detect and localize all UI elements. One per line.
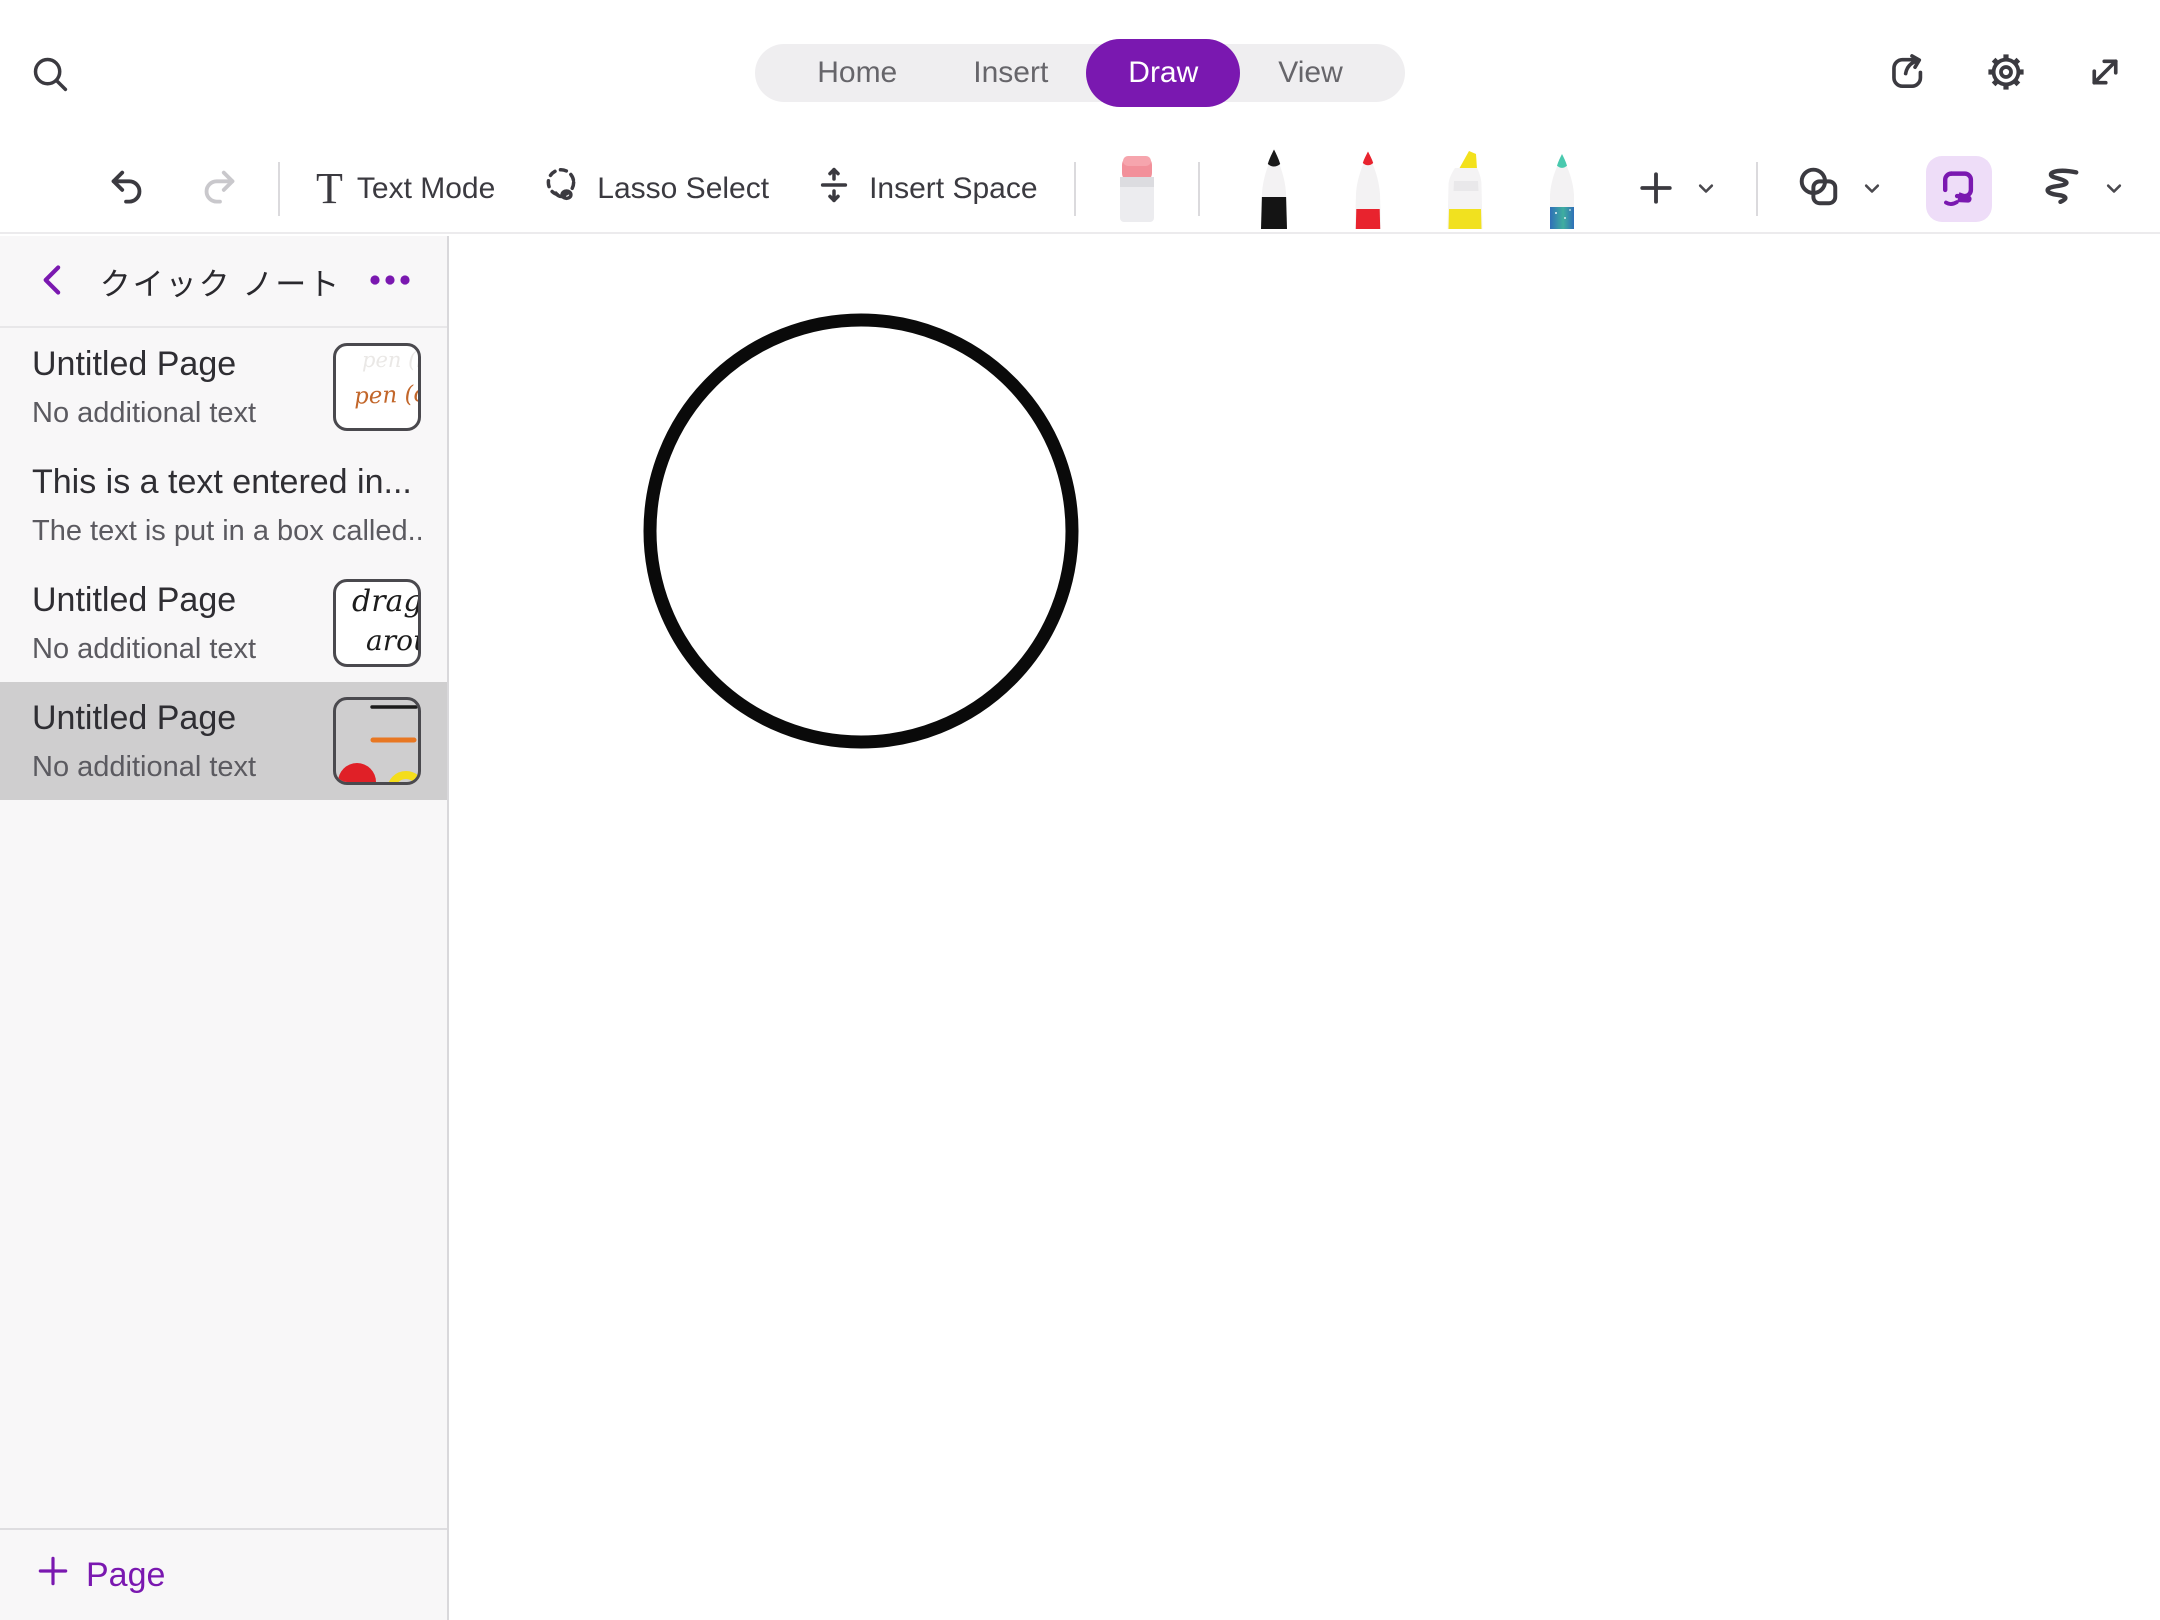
ink-note-pen-icon [1936, 165, 1982, 214]
add-page-label: Page [86, 1556, 165, 1595]
page-subtitle: No additional text [32, 633, 319, 666]
plus-icon [34, 1552, 72, 1598]
ribbon-tabs: Home Insert Draw View [755, 44, 1405, 102]
text-mode-label: Text Mode [357, 172, 495, 206]
top-bar: Home Insert Draw View [0, 0, 2160, 146]
undo-arrow-icon [104, 165, 150, 214]
tab-insert[interactable]: Insert [935, 44, 1086, 102]
pen-options-chevron[interactable] [1692, 174, 1720, 205]
text-mode-button[interactable]: T Text Mode [316, 167, 495, 211]
insert-space-icon [813, 164, 855, 214]
section-title: クイック ノート [74, 259, 367, 304]
thumbnail-ink-text: pen (ora [354, 380, 421, 409]
undo-button[interactable] [104, 165, 150, 214]
lasso-select-icon [539, 163, 583, 215]
red-pen-tool[interactable] [1340, 146, 1396, 232]
text-mode-t-icon: T [316, 167, 343, 211]
divider [278, 162, 280, 216]
thumbnail-ink-text: pen (bl [362, 348, 421, 372]
shapes-button[interactable] [1794, 163, 1844, 216]
shapes-chevron[interactable] [1858, 174, 1886, 205]
shapes-icon [1794, 163, 1844, 216]
eraser-tool[interactable] [1112, 146, 1162, 232]
ink-to-shape-button[interactable] [1926, 156, 1992, 222]
yellow-highlighter-icon [1434, 147, 1496, 232]
share-icon [1884, 49, 1930, 98]
black-pen-icon [1246, 147, 1302, 232]
divider [1198, 162, 1200, 216]
insert-space-label: Insert Space [869, 172, 1037, 206]
settings-gear-icon [1982, 48, 2030, 99]
thumbnail-ink-text: drag [352, 584, 421, 619]
sidebar-footer: Page [0, 1528, 447, 1620]
sidebar-header: クイック ノート [0, 236, 447, 328]
pen-tray [1246, 146, 1590, 232]
page-row-text: This is a text entered in... The text is… [32, 463, 421, 548]
page-list: Untitled Page No additional text pen (bl… [0, 328, 447, 800]
back-chevron-icon [34, 260, 74, 303]
page-thumbnail: drag arou [333, 579, 421, 667]
divider [1074, 162, 1076, 216]
ink-stroke-button[interactable] [2034, 162, 2086, 217]
drawing-canvas[interactable] [451, 236, 2160, 1620]
page-subtitle: No additional text [32, 397, 319, 430]
ink-layer [451, 236, 2160, 1620]
red-pen-icon [1340, 147, 1396, 232]
page-row-4-selected[interactable]: Untitled Page No additional text [0, 682, 447, 800]
tab-draw[interactable]: Draw [1086, 39, 1240, 107]
tab-home[interactable]: Home [779, 44, 935, 102]
yellow-highlighter-tool[interactable] [1434, 146, 1496, 232]
page-title: This is a text entered in... [32, 463, 421, 502]
page-list-sidebar: クイック ノート Untitled Page No additional tex… [0, 236, 449, 1620]
drawn-circle [650, 320, 1072, 742]
expand-fullscreen-icon [2082, 49, 2128, 98]
black-pen-tool[interactable] [1246, 146, 1302, 232]
add-pen-plus-icon [1634, 166, 1678, 213]
page-thumbnail: pen (bl pen (ora [333, 343, 421, 431]
add-pen-button[interactable] [1634, 166, 1678, 213]
page-title: Untitled Page [32, 581, 319, 620]
galaxy-pen-icon [1534, 147, 1590, 232]
redo-button[interactable] [196, 165, 242, 214]
tab-view[interactable]: View [1240, 44, 1380, 102]
share-button[interactable] [1884, 49, 1930, 98]
insert-space-button[interactable]: Insert Space [813, 164, 1037, 214]
add-page-button[interactable]: Page [34, 1552, 165, 1598]
chevron-down-icon [2100, 174, 2128, 205]
galaxy-pen-tool[interactable] [1534, 146, 1590, 232]
scribble-ink-icon [2034, 162, 2086, 217]
lasso-select-button[interactable]: Lasso Select [539, 163, 769, 215]
page-title: Untitled Page [32, 345, 319, 384]
page-row-text: Untitled Page No additional text [32, 581, 319, 666]
page-row-3[interactable]: Untitled Page No additional text drag ar… [0, 564, 447, 682]
search-button[interactable] [28, 52, 72, 99]
settings-button[interactable] [1982, 48, 2030, 99]
topbar-actions [1884, 48, 2128, 99]
search-icon [28, 52, 72, 99]
page-row-2[interactable]: This is a text entered in... The text is… [0, 446, 447, 564]
draw-toolbar: T Text Mode Lasso Select Inser [0, 146, 2160, 234]
page-row-1[interactable]: Untitled Page No additional text pen (bl… [0, 328, 447, 446]
page-row-text: Untitled Page No additional text [32, 699, 319, 784]
section-menu-button[interactable] [367, 270, 413, 293]
page-subtitle: The text is put in a box called... [32, 515, 421, 548]
chevron-down-icon [1858, 174, 1886, 205]
chevron-down-icon [1692, 174, 1720, 205]
lasso-select-label: Lasso Select [597, 172, 769, 206]
page-thumbnail [333, 697, 421, 785]
back-button[interactable] [34, 260, 74, 303]
ellipsis-menu-icon [367, 270, 413, 293]
page-row-text: Untitled Page No additional text [32, 345, 319, 430]
page-title: Untitled Page [32, 699, 319, 738]
thumbnail-ink-strokes [336, 700, 418, 782]
page-subtitle: No additional text [32, 751, 319, 784]
divider [1756, 162, 1758, 216]
onenote-app: Home Insert Draw View [0, 0, 2160, 1620]
thumbnail-ink-text: arou [366, 624, 421, 657]
eraser-icon [1112, 154, 1162, 225]
redo-arrow-icon [196, 165, 242, 214]
ink-stroke-chevron[interactable] [2100, 174, 2128, 205]
expand-button[interactable] [2082, 49, 2128, 98]
